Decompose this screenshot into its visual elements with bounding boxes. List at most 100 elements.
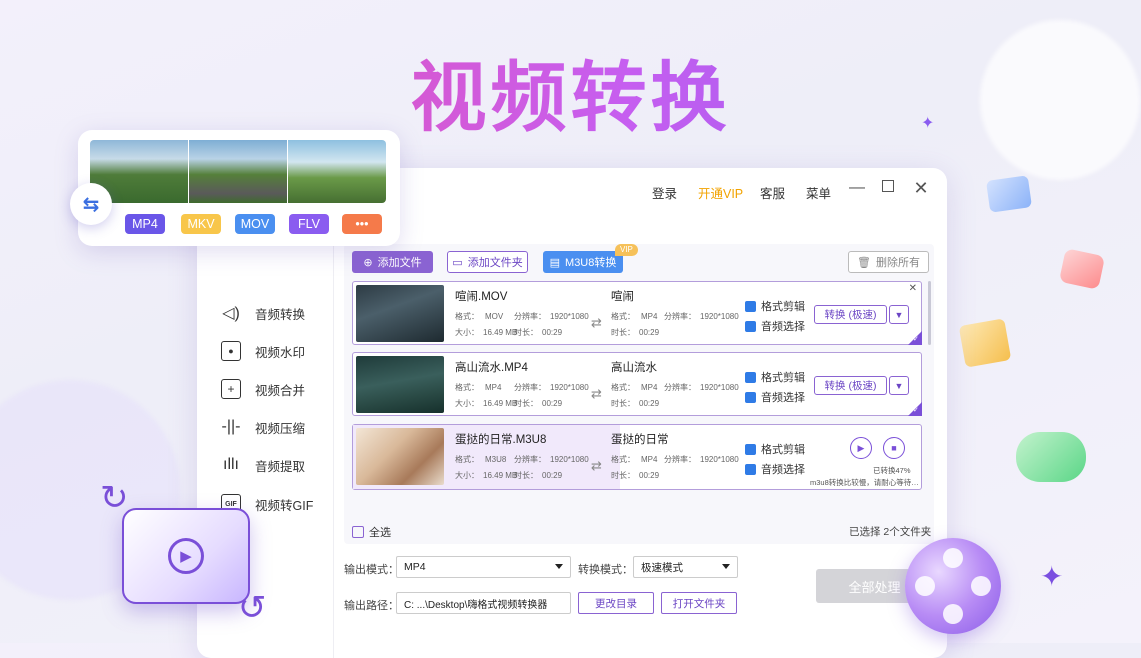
- checkbox-icon: [352, 526, 364, 538]
- video-play-card-icon: ▶: [122, 508, 250, 604]
- speaker-icon: [745, 320, 756, 332]
- delete-all-button[interactable]: 🗑 删除所有: [848, 251, 929, 273]
- convert-button[interactable]: 转换 (极速): [814, 376, 887, 395]
- gamepad-icon: [1016, 432, 1086, 482]
- output-path-label: 输出路径：: [344, 600, 399, 612]
- road-thumbnail: [189, 140, 287, 203]
- document-icon: ▤: [549, 256, 561, 269]
- convert-mode-label: 转换模式：: [578, 564, 633, 576]
- chevron-down-icon: [555, 564, 563, 569]
- format-tag-flv: FLV: [289, 214, 329, 234]
- compress-icon: -||-: [221, 418, 241, 435]
- source-duration: 时长： 00:29: [514, 471, 563, 480]
- audio-select-button[interactable]: 音频选择: [745, 389, 805, 405]
- file-row[interactable]: 蛋挞的日常.M3U8 格式： M3U8 分辨率： 1920*1080 大小： 16.4…: [352, 424, 922, 490]
- convert-mode-select[interactable]: 极速模式: [633, 556, 738, 578]
- waveform-icon: ıllı: [223, 456, 239, 473]
- output-format: 格式： MP4: [611, 383, 658, 392]
- sidebar-item-audio-convert[interactable]: ◁) 音频转换: [221, 301, 305, 325]
- close-icon[interactable]: ✕: [909, 283, 917, 294]
- minimize-icon[interactable]: —: [847, 178, 867, 198]
- source-format: 格式： MP4: [455, 383, 502, 392]
- trash-icon: 🗑: [857, 256, 871, 269]
- output-duration: 时长： 00:29: [611, 328, 660, 337]
- sidebar-item-compress[interactable]: -||- 视频压缩: [221, 415, 306, 439]
- m3u8-hint: m3u8转换比较慢，请耐心等待…: [810, 478, 918, 487]
- folder-button[interactable]: ■: [883, 437, 905, 459]
- output-path-field[interactable]: C: ...\Desktop\嗨格式视频转换器: [396, 592, 571, 614]
- speaker-icon: [745, 391, 756, 403]
- format-tag-more: •••: [342, 214, 382, 234]
- gear-icon: [745, 300, 756, 312]
- output-resolution: 分辨率： 1920*1080: [664, 383, 739, 392]
- output-resolution: 分辨率： 1920*1080: [664, 455, 739, 464]
- shuffle-arrow-icon: ⇄: [591, 458, 602, 473]
- checked-corner-icon: ✓: [908, 402, 922, 416]
- video-thumbnail: [356, 428, 444, 485]
- sidebar-item-label: 视频合并: [255, 383, 306, 398]
- convert-button[interactable]: 转换 (极速): [814, 305, 887, 324]
- shuffle-arrow-icon: ⇄: [591, 315, 602, 330]
- progress-text: 已转换47%: [873, 466, 911, 475]
- source-duration: 时长： 00:29: [514, 328, 563, 337]
- file-row[interactable]: 高山流水.MP4 格式： MP4 分辨率： 1920*1080 大小： 16.49 M…: [352, 352, 922, 416]
- select-all-checkbox[interactable]: 全选: [352, 524, 391, 540]
- cup-icon: [1058, 248, 1106, 290]
- play-button[interactable]: ▶: [850, 437, 872, 459]
- format-tag-mkv: MKV: [181, 214, 221, 234]
- sidebar-item-label: 音频提取: [255, 459, 306, 474]
- speaker-icon: ◁): [222, 305, 240, 322]
- service-link[interactable]: 客服: [760, 183, 785, 202]
- video-thumbnail: [356, 285, 444, 342]
- audio-select-button[interactable]: 音频选择: [745, 318, 805, 334]
- m3u8-convert-button[interactable]: ▤ M3U8转换: [543, 251, 623, 273]
- login-link[interactable]: 登录: [652, 183, 677, 202]
- folder-icon: ▭: [452, 256, 463, 269]
- rotate-arrow-icon: ↺: [238, 589, 267, 627]
- add-file-button[interactable]: ⊕ 添加文件: [352, 251, 433, 273]
- source-resolution: 分辨率： 1920*1080: [514, 383, 589, 392]
- source-format: 格式： MOV: [455, 312, 504, 321]
- format-tag-mov: MOV: [235, 214, 275, 234]
- maximize-icon[interactable]: [878, 178, 898, 198]
- sparkle-icon: ✦: [921, 115, 935, 132]
- format-edit-button[interactable]: 格式剪辑: [745, 298, 805, 314]
- source-size: 大小： 16.49 MB: [455, 471, 518, 480]
- close-icon[interactable]: ✕: [911, 178, 931, 198]
- rotate-arrow-icon: ↻: [100, 479, 129, 517]
- output-duration: 时长： 00:29: [611, 471, 660, 480]
- sidebar-item-watermark[interactable]: ● 视频水印: [221, 339, 305, 363]
- sparkle-icon: ✦: [1040, 561, 1064, 592]
- chevron-down-icon[interactable]: ▼: [889, 376, 909, 395]
- format-edit-button[interactable]: 格式剪辑: [745, 369, 805, 385]
- audio-select-button[interactable]: 音频选择: [745, 461, 805, 477]
- selected-count: 已选择 2个文件夹: [849, 526, 932, 538]
- file-row[interactable]: 喧闹.MOV 格式： MOV 分辨率： 1920*1080 大小： 16.49 MB …: [352, 281, 922, 345]
- sidebar-item-label: 视频转GIF: [255, 498, 314, 513]
- add-folder-button[interactable]: ▭ 添加文件夹: [447, 251, 528, 273]
- output-duration: 时长： 00:29: [611, 399, 660, 408]
- swap-arrows-icon: ⇆: [70, 183, 112, 225]
- sidebar-item-merge[interactable]: + 视频合并: [221, 377, 305, 401]
- output-mode-select[interactable]: MP4: [396, 556, 571, 578]
- output-file-name: 喧闹: [611, 291, 634, 303]
- source-resolution: 分辨率： 1920*1080: [514, 455, 589, 464]
- chevron-down-icon[interactable]: ▼: [889, 305, 909, 324]
- source-format: 格式： M3U8: [455, 455, 507, 464]
- speaker-icon: [745, 463, 756, 475]
- play-icon: ▶: [168, 538, 204, 574]
- format-edit-button[interactable]: 格式剪辑: [745, 441, 805, 457]
- sidebar-item-label: 音频转换: [255, 307, 306, 322]
- open-folder-button[interactable]: 打开文件夹: [661, 592, 737, 614]
- source-file-name: 高山流水.MP4: [455, 362, 528, 374]
- video-file-icon: [958, 318, 1012, 368]
- sidebar-item-label: 视频压缩: [255, 421, 306, 436]
- sidebar-item-extract-audio[interactable]: ıllı 音频提取: [221, 453, 305, 477]
- vip-link[interactable]: 开通VIP: [698, 183, 743, 202]
- menu-link[interactable]: 菜单: [806, 183, 831, 202]
- checked-corner-icon: ✓: [908, 331, 922, 345]
- road-thumbnail: [288, 140, 386, 203]
- scrollbar[interactable]: [928, 281, 931, 345]
- chevron-down-icon: [722, 564, 730, 569]
- change-directory-button[interactable]: 更改目录: [578, 592, 654, 614]
